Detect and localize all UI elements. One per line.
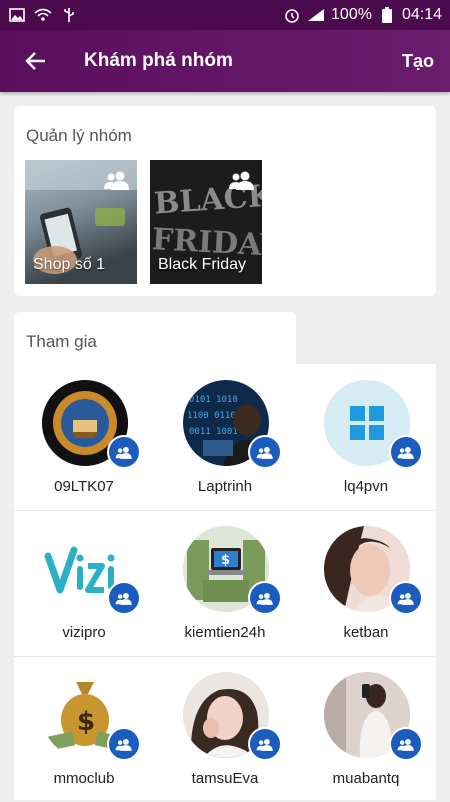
- svg-text:0101 1010: 0101 1010: [189, 395, 238, 405]
- battery-icon: [378, 7, 396, 23]
- page-title: Khám phá nhóm: [84, 50, 233, 71]
- app-bar: Khám phá nhóm Tạo: [0, 30, 450, 92]
- group-name: Laptrinh: [197, 478, 253, 495]
- group-badge-icon: [248, 581, 282, 615]
- group-row: 09LTK07 0101 1010 1100 0110 1 0011 1001 …: [14, 364, 436, 511]
- group-item[interactable]: 09LTK07: [14, 364, 154, 510]
- group-item[interactable]: $ mmoclub: [14, 656, 154, 802]
- signal-icon: [307, 8, 325, 22]
- managed-group-tile[interactable]: Shop số 1: [25, 160, 137, 284]
- image-icon: [8, 8, 26, 22]
- group-badge-icon: [107, 727, 141, 761]
- arrow-left-icon: [25, 52, 45, 70]
- group-name: vizipro: [62, 624, 106, 641]
- group-name: mmoclub: [53, 770, 115, 787]
- group-icon: [103, 170, 131, 195]
- group-item[interactable]: vizipro: [14, 510, 154, 656]
- group-row: vizipro $ kiemtien24h ketban: [14, 510, 436, 657]
- svg-text:$: $: [221, 553, 230, 568]
- manage-groups-card: Quản lý nhóm Shop số 1 BLACK FRIDAY Blac…: [14, 106, 436, 296]
- group-badge-icon: [107, 581, 141, 615]
- join-groups-title: Tham gia: [26, 332, 97, 351]
- group-icon: [228, 170, 256, 195]
- group-row: $ mmoclub tamsuEva muabantq: [14, 656, 436, 802]
- group-item[interactable]: 0101 1010 1100 0110 1 0011 1001 Laptrinh: [155, 364, 295, 510]
- svg-text:0011 1001: 0011 1001: [189, 427, 238, 437]
- group-name: tamsuEva: [191, 770, 259, 787]
- group-badge-icon: [389, 581, 423, 615]
- join-groups-grid: 09LTK07 0101 1010 1100 0110 1 0011 1001 …: [14, 364, 436, 800]
- group-badge-icon: [389, 435, 423, 469]
- battery-level: 100%: [331, 6, 372, 23]
- join-groups-header: Tham gia: [14, 312, 296, 372]
- group-name: muabantq: [332, 770, 400, 787]
- group-item[interactable]: ketban: [296, 510, 436, 656]
- group-name: kiemtien24h: [184, 624, 266, 641]
- group-name: ketban: [343, 624, 389, 641]
- managed-group-label: Shop số 1: [33, 256, 106, 273]
- managed-group-tile[interactable]: BLACK FRIDAY Black Friday: [150, 160, 262, 284]
- back-button[interactable]: [16, 41, 56, 81]
- wifi-icon: [34, 8, 52, 22]
- group-badge-icon: [248, 727, 282, 761]
- group-name: lq4pvn: [343, 478, 389, 495]
- group-badge-icon: [389, 727, 423, 761]
- managed-group-label: Black Friday: [158, 256, 247, 273]
- group-name: 09LTK07: [54, 478, 114, 495]
- svg-text:$: $: [77, 707, 95, 737]
- group-item[interactable]: lq4pvn: [296, 364, 436, 510]
- alarm-icon: [283, 8, 301, 23]
- create-button[interactable]: Tạo: [402, 51, 434, 72]
- group-item[interactable]: muabantq: [296, 656, 436, 802]
- usb-icon: [60, 8, 78, 22]
- status-bar: 100% 04:14: [0, 0, 450, 30]
- clock: 04:14: [401, 6, 442, 23]
- group-badge-icon: [248, 435, 282, 469]
- group-item[interactable]: $ kiemtien24h: [155, 510, 295, 656]
- group-item[interactable]: tamsuEva: [155, 656, 295, 802]
- group-badge-icon: [107, 435, 141, 469]
- manage-groups-title: Quản lý nhóm: [26, 126, 132, 145]
